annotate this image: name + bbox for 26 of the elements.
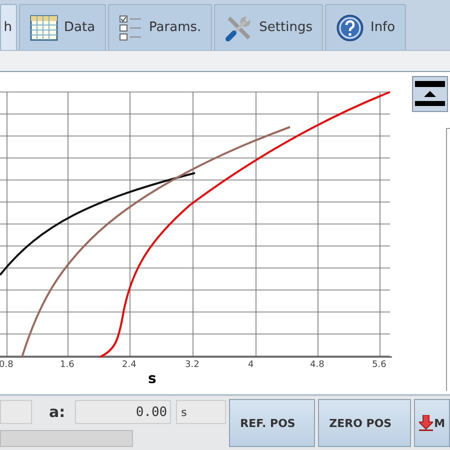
axis-tick-label: 5.6 [372, 360, 386, 370]
tab[interactable]: Settings [214, 4, 324, 50]
action-button[interactable]: ZERO POS [318, 399, 412, 447]
action-button[interactable]: REF. POS [229, 399, 316, 447]
tab[interactable]: Params. [108, 4, 212, 50]
tab[interactable]: h [0, 4, 17, 50]
down-arrow-icon [419, 415, 434, 431]
scroll-top-button[interactable] [412, 76, 448, 112]
tab[interactable]: Data [19, 4, 106, 50]
help-icon [336, 14, 364, 42]
axis-tick-label: 2.4 [122, 360, 136, 370]
field-label: a: [49, 403, 66, 421]
input-field[interactable]: 0.00 [75, 400, 172, 424]
axis-tick-label: 4 [248, 360, 254, 370]
input-field[interactable] [0, 400, 32, 424]
tools-icon [225, 14, 254, 42]
scroll-top-icon [415, 81, 445, 107]
action-button[interactable]: M [414, 399, 450, 447]
axis-tick-label: 3.2 [185, 360, 200, 370]
axis-label: s [148, 371, 156, 387]
checklist-icon [119, 14, 144, 40]
table-icon [30, 14, 58, 40]
tab[interactable]: Info [325, 4, 406, 50]
unit-field: s [176, 400, 226, 424]
axis-tick-label: 4.8 [310, 360, 324, 370]
axis-tick-label: 1.6 [60, 360, 74, 370]
